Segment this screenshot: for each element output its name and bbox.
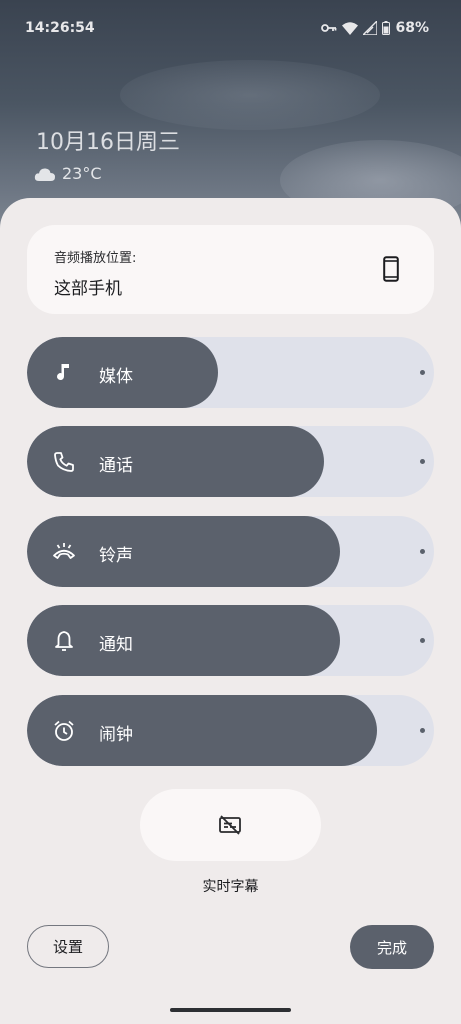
slider-fill[interactable]: [27, 695, 378, 766]
cloud-icon: [34, 167, 55, 181]
slider-notification[interactable]: 通知: [27, 605, 434, 676]
music-note-icon[interactable]: [52, 361, 76, 385]
alarm-icon[interactable]: [52, 719, 76, 743]
signal-icon: [363, 21, 378, 35]
battery-icon: [382, 21, 391, 35]
status-bar: 14:26:54 68%: [0, 0, 461, 58]
home-indicator[interactable]: [170, 1008, 291, 1012]
live-caption-button[interactable]: [140, 789, 321, 861]
volume-panel: 音频播放位置: 这部手机 媒体 通话 铃声 通知 闹钟 实时字幕 设置 完成: [0, 198, 461, 1024]
slider-label: 媒体: [99, 367, 133, 387]
live-caption-label: 实时字幕: [202, 879, 259, 895]
lockscreen-weather: 23°C: [34, 164, 102, 183]
slider-end-dot: [420, 370, 425, 375]
ringer-icon[interactable]: [52, 540, 76, 564]
slider-ringer[interactable]: 铃声: [27, 516, 434, 587]
slider-label: 闹钟: [99, 725, 133, 745]
slider-media[interactable]: 媒体: [27, 337, 434, 408]
slider-alarm[interactable]: 闹钟: [27, 695, 434, 766]
wallpaper-cloud: [120, 60, 380, 130]
slider-call[interactable]: 通话: [27, 426, 434, 497]
captions-off-icon: [219, 815, 241, 835]
status-time: 14:26:54: [25, 20, 95, 36]
slider-end-dot: [420, 549, 425, 554]
output-device-name: 这部手机: [54, 279, 122, 299]
phone-call-icon[interactable]: [52, 450, 76, 474]
output-label: 音频播放位置:: [54, 251, 137, 266]
slider-end-dot: [420, 459, 425, 464]
slider-end-dot: [420, 728, 425, 733]
output-device-card[interactable]: 音频播放位置: 这部手机: [27, 225, 434, 314]
slider-label: 通话: [99, 456, 133, 476]
status-icons: 68%: [321, 20, 429, 36]
phone-icon: [383, 256, 399, 282]
temperature: 23°C: [62, 164, 102, 183]
lockscreen-date: 10月16日周三: [36, 130, 180, 155]
done-button[interactable]: 完成: [350, 925, 434, 969]
key-icon: [321, 24, 337, 32]
settings-button[interactable]: 设置: [27, 925, 109, 968]
bell-icon[interactable]: [52, 629, 76, 653]
wifi-icon: [342, 21, 359, 35]
battery-percent: 68%: [395, 20, 429, 36]
slider-label: 铃声: [99, 546, 133, 566]
slider-end-dot: [420, 638, 425, 643]
slider-label: 通知: [99, 635, 133, 655]
